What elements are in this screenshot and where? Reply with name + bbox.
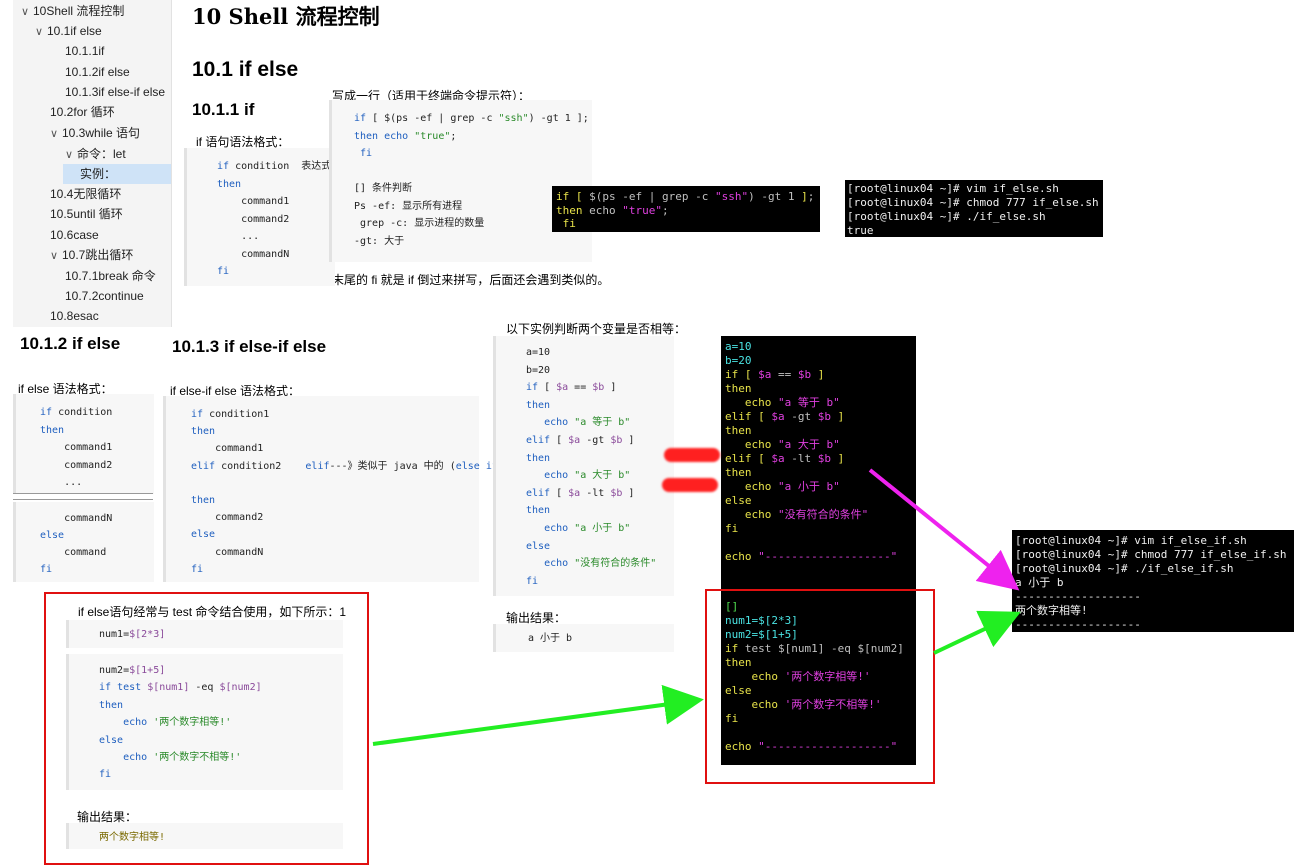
arrow-green-2 <box>933 610 1021 655</box>
annotation-arrows <box>372 468 1021 746</box>
arrow-green-1 <box>372 684 704 746</box>
arrow-magenta <box>868 468 1020 591</box>
